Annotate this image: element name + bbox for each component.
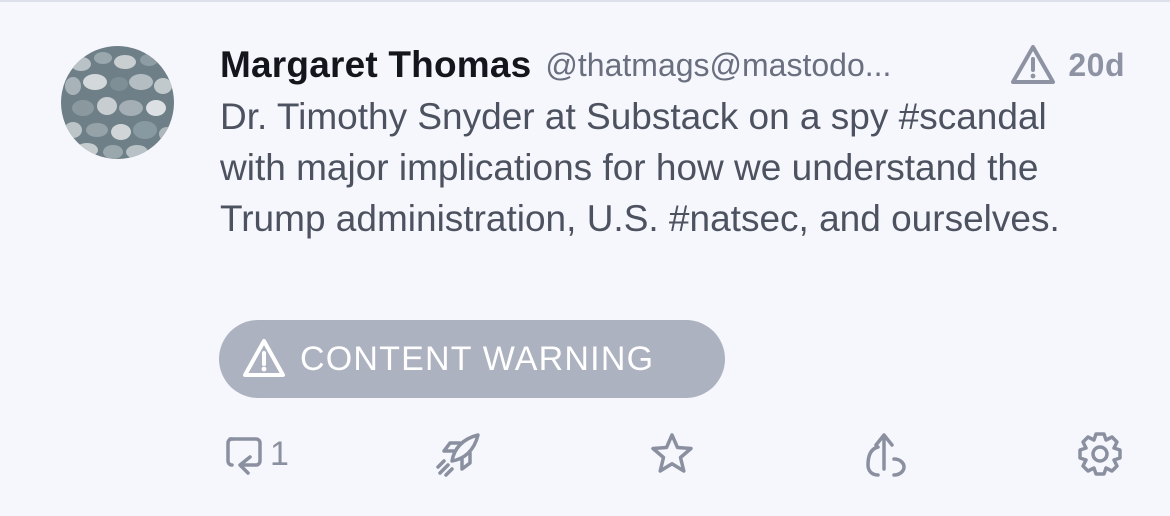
post-content: Dr. Timothy Snyder at Substack on a spy … — [220, 96, 1060, 239]
star-icon — [648, 430, 696, 478]
warning-triangle-icon — [240, 337, 288, 381]
author-handle[interactable]: @thatmags@mastodo... — [545, 47, 935, 84]
share-icon — [860, 429, 912, 479]
warning-triangle-icon — [1008, 42, 1058, 88]
content-warning-label: CONTENT WARNING — [300, 339, 655, 378]
avatar[interactable] — [61, 46, 174, 159]
reply-button[interactable]: 1 — [220, 422, 289, 486]
more-options-button[interactable] — [1075, 422, 1125, 486]
post-card[interactable]: Margaret Thomas @thatmags@mastodo... 20d… — [0, 0, 1170, 516]
post-meta: 20d — [1008, 42, 1125, 88]
reply-count: 1 — [270, 434, 289, 473]
post-timestamp[interactable]: 20d — [1068, 47, 1125, 84]
reply-icon — [220, 431, 266, 477]
post-actions: 1 — [0, 422, 1170, 486]
boost-button[interactable] — [434, 422, 484, 486]
gear-icon — [1075, 429, 1125, 479]
share-button[interactable] — [860, 422, 912, 486]
author-display-name[interactable]: Margaret Thomas — [220, 44, 531, 86]
content-warning-button[interactable]: CONTENT WARNING — [219, 320, 725, 398]
post-header: Margaret Thomas @thatmags@mastodo... 20d — [220, 40, 1125, 90]
rocket-icon — [434, 429, 484, 479]
favourite-button[interactable] — [648, 422, 696, 486]
avatar-image — [61, 46, 174, 159]
